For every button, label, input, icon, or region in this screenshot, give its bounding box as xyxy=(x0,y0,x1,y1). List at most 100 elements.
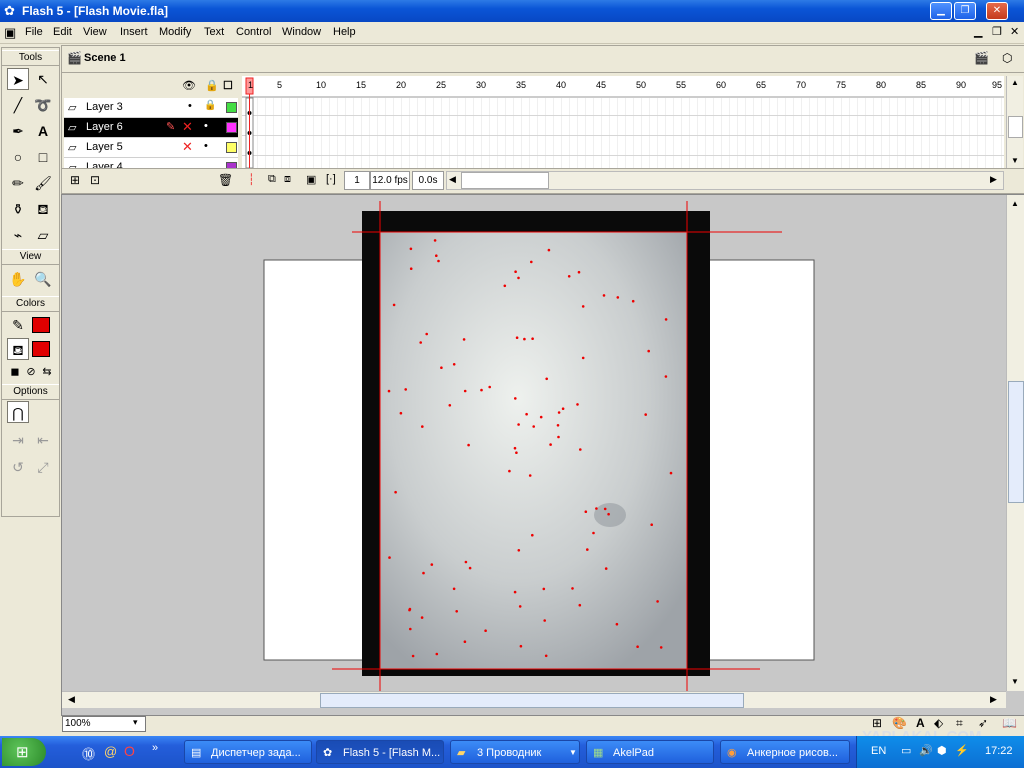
menu-window[interactable]: Window xyxy=(282,26,321,38)
onion-outline-icon[interactable]: ⧈ xyxy=(284,173,291,186)
scroll-up-icon[interactable]: ▲ xyxy=(1011,199,1019,208)
scroll-down-icon[interactable]: ▼ xyxy=(1011,677,1019,686)
scroll-thumb[interactable] xyxy=(320,693,744,708)
arrow-tool-icon[interactable]: ➤ xyxy=(7,68,29,90)
eye-icon[interactable]: 👁 xyxy=(182,79,196,92)
volume-icon[interactable]: 🔊 xyxy=(919,744,933,757)
doc-close-button[interactable]: ✕ xyxy=(1010,25,1019,38)
task-button[interactable]: ▰ 3 Проводник ▼ xyxy=(450,740,580,764)
scroll-left-icon[interactable]: ◀ xyxy=(449,174,456,185)
stage-vscroll[interactable]: ▲ ▼ xyxy=(1006,195,1024,691)
scroll-thumb[interactable] xyxy=(1008,116,1023,138)
scroll-up-icon[interactable]: ▲ xyxy=(1011,78,1019,87)
text-tool-icon[interactable]: A xyxy=(32,120,54,142)
visible-dot[interactable]: • xyxy=(188,100,192,112)
onion-markers-icon[interactable]: [·] xyxy=(326,173,336,185)
layer-row-active[interactable]: ▱ Layer 6 ✎ ✕ • xyxy=(64,118,238,138)
library-icon[interactable]: 📖 xyxy=(1002,716,1017,730)
stage-area[interactable]: ▲ ▼ ◀ ▶ xyxy=(61,194,1024,716)
dropper-tool-icon[interactable]: ⌁ xyxy=(7,224,29,246)
power-icon[interactable]: ⚡ xyxy=(955,744,969,757)
layer-color-swatch[interactable] xyxy=(226,142,237,153)
add-guide-layer-icon[interactable]: ⊡ xyxy=(90,173,100,187)
swap-colors-icon[interactable]: ⇆ xyxy=(36,361,58,383)
document-icon: ▣ xyxy=(4,25,17,40)
layer-color-swatch[interactable] xyxy=(226,102,237,113)
layer-row[interactable]: ▱ Layer 3 • 🔒 xyxy=(64,98,238,118)
lock-dot[interactable]: • xyxy=(204,140,208,152)
edit-symbol-icon[interactable]: ⬡ xyxy=(1002,51,1012,65)
rectangle-tool-icon[interactable]: □ xyxy=(32,146,54,168)
edit-multiple-icon[interactable]: ▣ xyxy=(306,173,316,186)
menu-text[interactable]: Text xyxy=(204,26,224,38)
pen-tool-icon[interactable]: ✒ xyxy=(7,120,29,142)
hidden-x-icon[interactable]: ✕ xyxy=(182,139,193,155)
lock-icon[interactable]: 🔒 xyxy=(204,100,216,111)
scroll-thumb[interactable] xyxy=(1008,381,1024,503)
lasso-tool-icon[interactable]: ➰ xyxy=(32,94,54,116)
scroll-down-icon[interactable]: ▼ xyxy=(1011,156,1019,165)
maximize-button[interactable]: ❐ xyxy=(954,2,976,20)
outline-icon[interactable]: ☐ xyxy=(223,79,233,92)
close-button[interactable]: ✕ xyxy=(986,2,1008,20)
menu-control[interactable]: Control xyxy=(236,26,271,38)
reference-dot xyxy=(616,296,620,299)
fill-color-swatch[interactable] xyxy=(32,341,50,357)
center-frame-icon[interactable]: ┆ xyxy=(248,173,255,186)
antivirus-icon[interactable]: ⬢ xyxy=(937,744,947,757)
zoom-tool-icon[interactable]: 🔍 xyxy=(32,268,54,290)
pencil-tool-icon[interactable]: ✏ xyxy=(7,172,29,194)
task-button-active[interactable]: ✿ Flash 5 - [Flash M... xyxy=(316,740,444,764)
timeline-hscroll[interactable]: ◀ ▶ xyxy=(446,171,1004,190)
menu-view[interactable]: View xyxy=(83,26,107,38)
doc-restore-button[interactable]: ❐ xyxy=(992,25,1002,38)
scroll-left-icon[interactable]: ◀ xyxy=(68,694,75,705)
stage-canvas[interactable] xyxy=(62,195,1006,691)
language-indicator[interactable]: EN xyxy=(871,745,886,757)
scroll-right-icon[interactable]: ▶ xyxy=(990,694,997,705)
opera-icon[interactable]: O xyxy=(124,743,135,759)
network-icon[interactable]: ▭ xyxy=(901,744,911,757)
lock-dot[interactable]: • xyxy=(204,120,208,132)
line-tool-icon[interactable]: ╱ xyxy=(7,94,29,116)
hidden-x-icon[interactable]: ✕ xyxy=(182,119,193,135)
menu-insert[interactable]: Insert xyxy=(120,26,148,38)
ink-bottle-tool-icon[interactable]: ⚱ xyxy=(7,198,29,220)
lock-icon[interactable]: 🔒 xyxy=(205,79,219,92)
task-button[interactable]: ◉ Анкерное рисов... xyxy=(720,740,850,764)
delete-layer-icon[interactable]: 🗑 xyxy=(218,173,233,187)
hand-tool-icon[interactable]: ✋ xyxy=(7,268,29,290)
subselect-tool-icon[interactable]: ↖ xyxy=(32,68,54,90)
mail-icon[interactable]: @ xyxy=(104,744,117,759)
add-layer-icon[interactable]: ⊞ xyxy=(70,173,80,187)
scroll-right-icon[interactable]: ▶ xyxy=(990,174,997,185)
menu-edit[interactable]: Edit xyxy=(53,26,72,38)
menu-modify[interactable]: Modify xyxy=(159,26,191,38)
menu-file[interactable]: File xyxy=(25,26,43,38)
stroke-color-swatch[interactable] xyxy=(32,317,50,333)
layer-color-swatch[interactable] xyxy=(226,122,237,133)
edit-scene-icon[interactable]: 🎬 xyxy=(974,51,989,65)
scroll-thumb[interactable] xyxy=(461,172,549,189)
frame-grid[interactable]: 1 5 10 15 20 25 30 35 40 45 50 55 60 65 … xyxy=(242,76,1004,168)
oval-tool-icon[interactable]: ○ xyxy=(7,146,29,168)
timeline-vscroll[interactable]: ▲ ▼ xyxy=(1006,76,1023,168)
reference-dot xyxy=(523,337,526,341)
menu-help[interactable]: Help xyxy=(333,26,356,38)
zoom-select[interactable]: 100% ▾ xyxy=(62,716,146,732)
paint-bucket-tool-icon[interactable]: ⛾ xyxy=(32,198,54,220)
stage-hscroll[interactable]: ◀ ▶ xyxy=(62,691,1006,708)
task-button[interactable]: ▤ Диспетчер зада... xyxy=(184,740,312,764)
snap-magnet-icon[interactable]: ⋂ xyxy=(7,401,29,423)
quicklaunch-more-icon[interactable]: » xyxy=(152,742,158,754)
eraser-tool-icon[interactable]: ▱ xyxy=(32,224,54,246)
minimize-button[interactable]: ▁ xyxy=(930,2,952,20)
utorrent-icon[interactable]: ⓾ xyxy=(82,744,95,763)
onion-skin-icon[interactable]: ⧉ xyxy=(268,173,276,186)
chevron-down-icon[interactable]: ▾ xyxy=(133,717,138,728)
start-button[interactable]: ⊞ xyxy=(2,738,46,766)
task-button[interactable]: ▦ AkelPad xyxy=(586,740,714,764)
layer-row[interactable]: ▱ Layer 5 ✕ • xyxy=(64,138,238,158)
brush-tool-icon[interactable]: 🖌 xyxy=(32,172,54,194)
doc-minimize-button[interactable]: ▁ xyxy=(974,25,982,38)
